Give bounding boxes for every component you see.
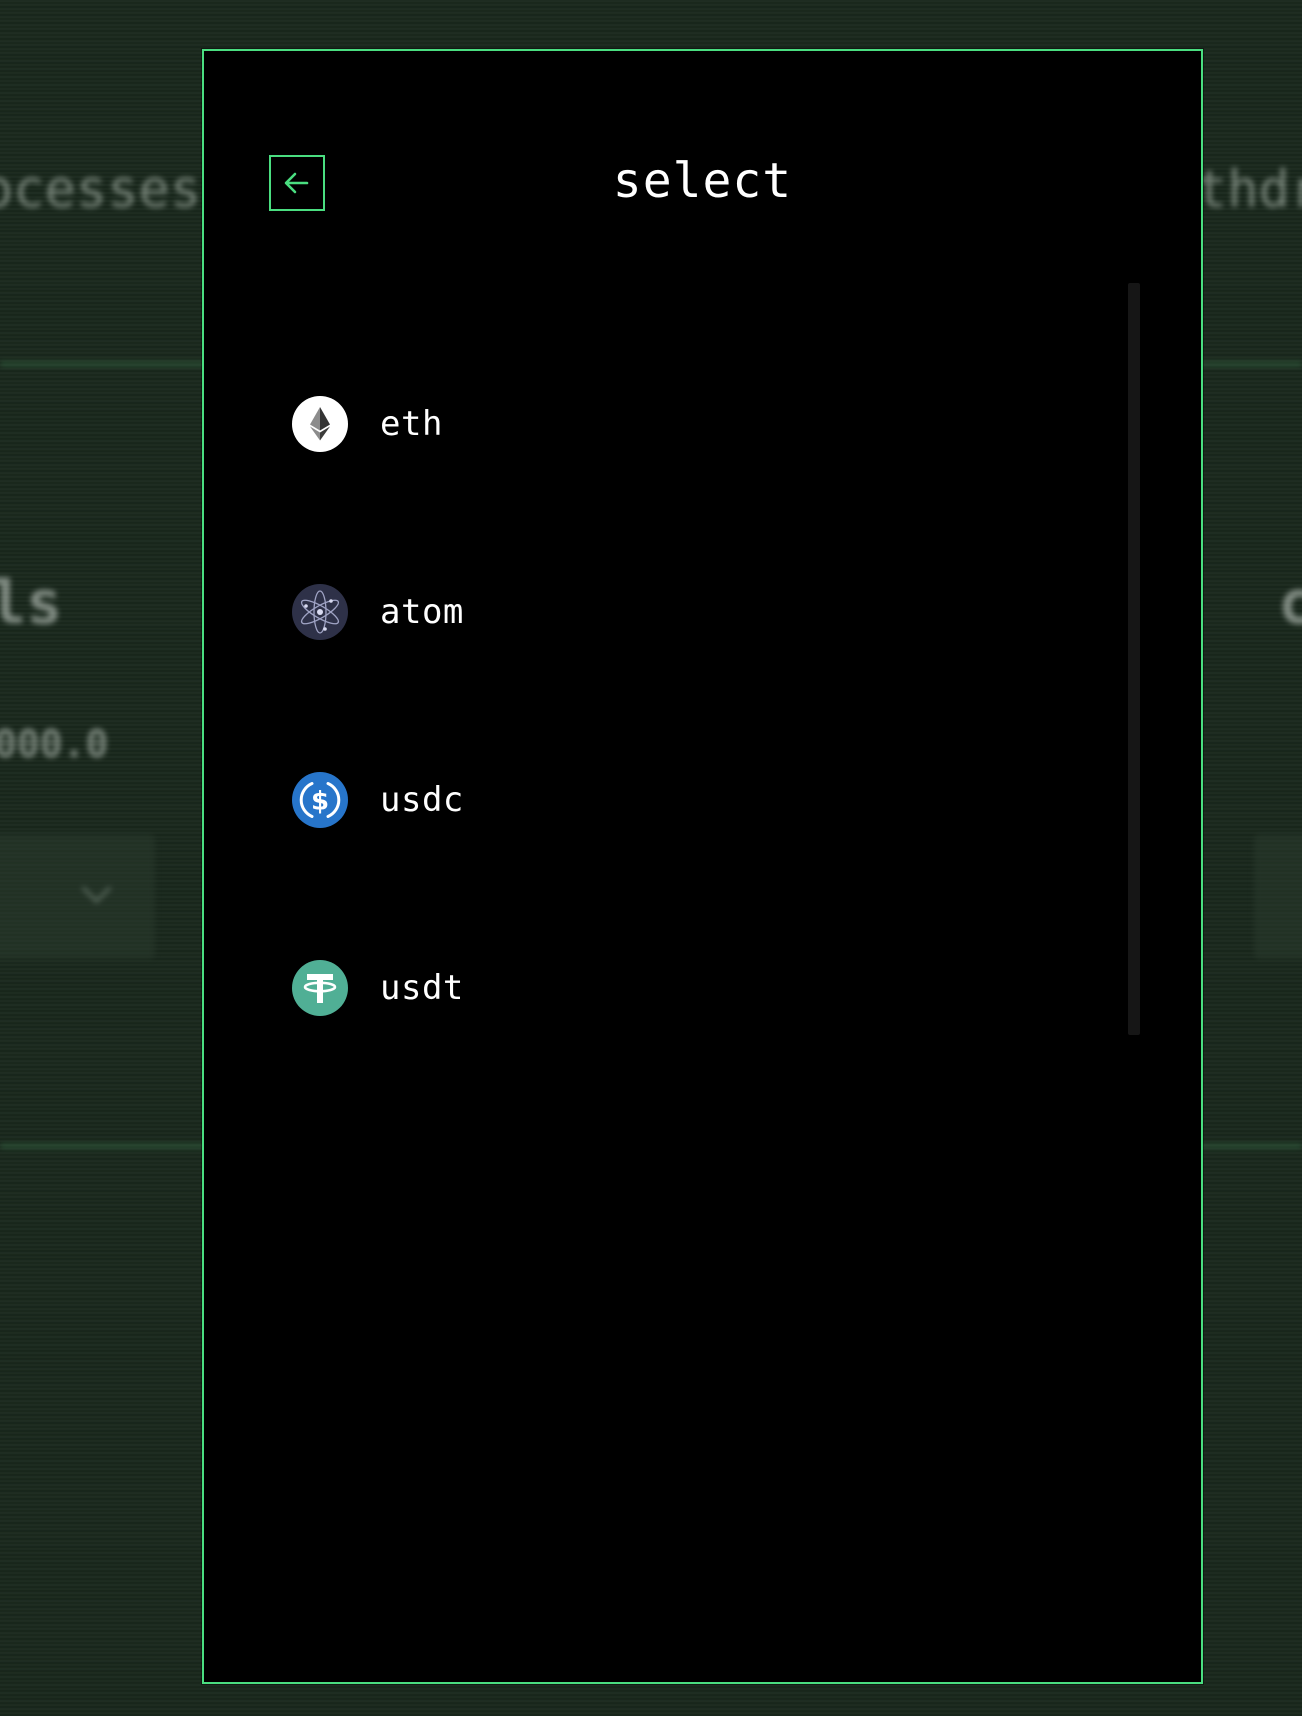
background-value: 000.0 bbox=[0, 722, 109, 766]
background-select-left bbox=[0, 834, 155, 959]
svg-text:$: $ bbox=[311, 787, 329, 817]
background-heading-right: c bbox=[1278, 568, 1302, 638]
token-select-modal: select eth atom $ usdc usdt bbox=[202, 49, 1203, 1684]
eth-icon bbox=[292, 396, 348, 452]
background-tab-right: thdr bbox=[1196, 160, 1302, 220]
token-option-usdc[interactable]: $ usdc bbox=[292, 755, 1052, 845]
token-label: usdt bbox=[380, 968, 464, 1008]
token-option-atom[interactable]: atom bbox=[292, 567, 1052, 657]
usdt-icon bbox=[292, 960, 348, 1016]
token-list: eth atom $ usdc usdt bbox=[204, 283, 1144, 1035]
usdc-icon: $ bbox=[292, 772, 348, 828]
atom-icon bbox=[292, 584, 348, 640]
background-heading-left: ls bbox=[0, 568, 63, 638]
token-label: atom bbox=[380, 592, 464, 632]
token-label: usdc bbox=[380, 780, 464, 820]
token-list-scrollbar[interactable] bbox=[1128, 283, 1140, 1035]
background-tab-left: ocesses bbox=[0, 160, 202, 220]
background-select-right bbox=[1254, 834, 1302, 959]
modal-title: select bbox=[612, 153, 793, 209]
token-label: eth bbox=[380, 404, 443, 444]
token-option-usdt[interactable]: usdt bbox=[292, 943, 1052, 1033]
token-option-eth[interactable]: eth bbox=[292, 379, 1052, 469]
